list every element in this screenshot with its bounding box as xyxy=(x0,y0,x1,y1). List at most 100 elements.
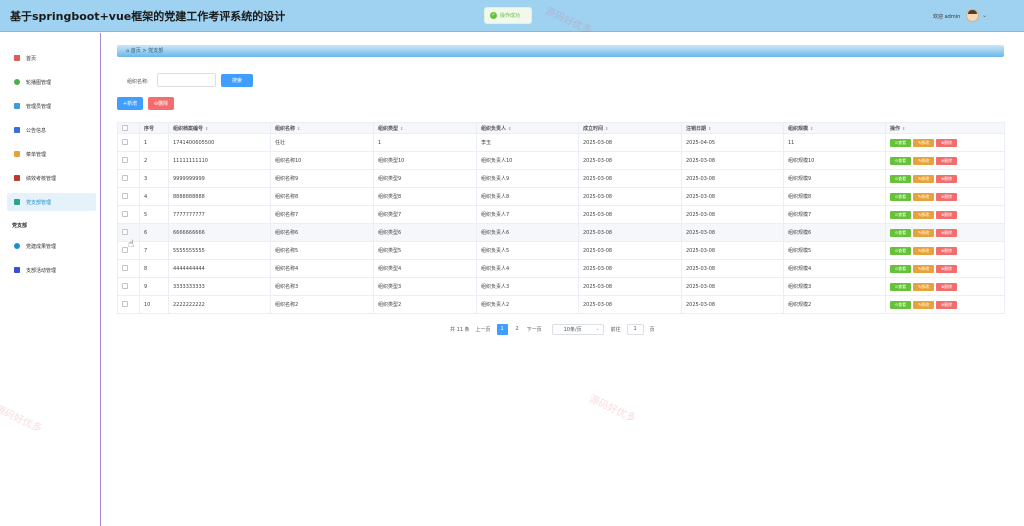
view-button[interactable]: ⊙查看 xyxy=(890,300,911,309)
row-checkbox[interactable] xyxy=(122,139,128,146)
sidebar-item-carousel[interactable]: 轮播图管理 xyxy=(7,73,96,91)
sidebar-item-home[interactable]: 首页 xyxy=(7,49,96,67)
row-checkbox[interactable] xyxy=(122,157,128,164)
select-all-cell[interactable] xyxy=(117,122,140,134)
page-size-select[interactable]: 10条/页 ⌄ xyxy=(551,323,604,335)
table-cell: 2025-03-08 xyxy=(681,241,784,260)
delete-button[interactable]: ⊗删除 xyxy=(936,246,957,255)
edit-button[interactable]: ✎修改 xyxy=(913,192,934,201)
delete-button[interactable]: ⊗删除 xyxy=(936,192,957,201)
batch-delete-button[interactable]: ⊖ 删除 xyxy=(148,97,174,110)
sidebar-item-result[interactable]: 党建成果管理 xyxy=(7,237,96,255)
row-select-cell[interactable] xyxy=(117,205,140,224)
col-header[interactable]: 组织档案编号 ⇕ xyxy=(168,122,271,134)
col-header[interactable]: 组织类型 ⇕ xyxy=(373,122,477,134)
row-checkbox[interactable] xyxy=(122,265,128,272)
table-row[interactable]: 3 9999999999 组织名称9 组织类型9 组织负责人9 2025-03-08 202… xyxy=(117,169,1005,188)
row-checkbox[interactable] xyxy=(122,229,128,236)
table-cell: 7 xyxy=(139,241,169,260)
col-header[interactable]: 组织规模 ⇕ xyxy=(783,122,886,134)
table-cell: 李玉 xyxy=(476,133,579,152)
table-cell: 组织规模7 xyxy=(783,205,886,224)
carousel-icon xyxy=(14,79,20,85)
row-select-cell[interactable] xyxy=(117,133,140,152)
view-button[interactable]: ⊙查看 xyxy=(890,246,911,255)
sidebar-item-branch[interactable]: 党支部管理 xyxy=(7,193,96,211)
view-button[interactable]: ⊙查看 xyxy=(890,174,911,183)
col-header[interactable]: 组织负责人 ⇕ xyxy=(476,122,579,134)
select-all-checkbox[interactable] xyxy=(122,124,128,131)
edit-button[interactable]: ✎修改 xyxy=(913,282,934,291)
table-row[interactable]: 7 5555555555 组织名称5 组织类型5 组织负责人5 2025-03-08 202… xyxy=(117,241,1005,260)
table-row[interactable]: 8 4444444444 组织名称4 组织类型4 组织负责人4 2025-03-08 202… xyxy=(117,259,1005,278)
delete-button[interactable]: ⊗删除 xyxy=(936,210,957,219)
goto-unit: 页 xyxy=(649,326,655,333)
avatar[interactable] xyxy=(966,9,979,22)
table-row[interactable]: 5 7777777777 组织名称7 组织类型7 组织负责人7 2025-03-08 202… xyxy=(117,205,1005,224)
table-cell: 组织规模8 xyxy=(783,187,886,206)
view-button[interactable]: ⊙查看 xyxy=(890,156,911,165)
goto-input[interactable]: 1 xyxy=(626,323,644,335)
col-header[interactable]: 操作 ⇕ xyxy=(885,122,1005,134)
col-header[interactable]: 注销日期 ⇕ xyxy=(681,122,784,134)
edit-button[interactable]: ✎修改 xyxy=(913,156,934,165)
view-button[interactable]: ⊙查看 xyxy=(890,138,911,147)
view-button[interactable]: ⊙查看 xyxy=(890,192,911,201)
edit-button[interactable]: ✎修改 xyxy=(913,246,934,255)
view-button[interactable]: ⊙查看 xyxy=(890,228,911,237)
table-row[interactable]: 2 11111111110 组织名称10 组织类型10 组织负责人10 2025-03-0… xyxy=(117,151,1005,170)
edit-button[interactable]: ✎修改 xyxy=(913,138,934,147)
view-button[interactable]: ⊙查看 xyxy=(890,210,911,219)
edit-button[interactable]: ✎修改 xyxy=(913,300,934,309)
delete-button[interactable]: ⊗删除 xyxy=(936,174,957,183)
sidebar-item-admin[interactable]: 管理员管理 xyxy=(7,97,96,115)
row-select-cell[interactable] xyxy=(117,259,140,278)
breadcrumb-home[interactable]: 首页 xyxy=(131,48,141,54)
edit-button[interactable]: ✎修改 xyxy=(913,210,934,219)
search-input[interactable] xyxy=(157,73,216,87)
delete-button[interactable]: ⊗删除 xyxy=(936,228,957,237)
pager-prev[interactable]: 上一页 xyxy=(476,326,491,333)
row-checkbox[interactable] xyxy=(122,175,128,182)
search-button[interactable]: 搜索 xyxy=(221,74,253,87)
table-row[interactable]: 6 6666666666 组织名称6 组织类型6 组织负责人6 2025-03-08 202… xyxy=(117,223,1005,242)
delete-button[interactable]: ⊗删除 xyxy=(936,156,957,165)
row-select-cell[interactable] xyxy=(117,151,140,170)
chevron-down-icon[interactable]: ⌄ xyxy=(982,12,987,19)
row-checkbox[interactable] xyxy=(122,211,128,218)
pager-next[interactable]: 下一页 xyxy=(527,326,542,333)
edit-button[interactable]: ✎修改 xyxy=(913,264,934,273)
row-select-cell[interactable] xyxy=(117,277,140,296)
delete-button[interactable]: ⊗删除 xyxy=(936,264,957,273)
row-actions: ⊙查看 ✎修改 ⊗删除 xyxy=(885,241,1005,260)
table-row[interactable]: 10 2222222222 组织名称2 组织类型2 组织负责人2 2025-03-08 20… xyxy=(117,295,1005,314)
sidebar-item-menu[interactable]: 菜单管理 xyxy=(7,145,96,163)
add-button[interactable]: +新增 xyxy=(117,97,143,110)
row-checkbox[interactable] xyxy=(122,193,128,200)
table-row[interactable]: 1 1741400605500 任壮 1 李玉 2025-03-08 2025-04-05 1… xyxy=(117,133,1005,152)
sidebar-group-title[interactable]: 党支部 xyxy=(12,222,27,229)
row-select-cell[interactable] xyxy=(117,295,140,314)
sidebar-item-notice[interactable]: 公告信息 xyxy=(7,121,96,139)
view-button[interactable]: ⊙查看 xyxy=(890,282,911,291)
pager-page-2[interactable]: 2 xyxy=(512,324,523,335)
table-cell: 2025-03-08 xyxy=(578,205,682,224)
row-checkbox[interactable] xyxy=(122,301,128,308)
table-row[interactable]: 9 3333333333 组织名称3 组织类型3 组织负责人3 2025-03-08 202… xyxy=(117,277,1005,296)
sidebar-item-activity[interactable]: 支部活动管理 xyxy=(7,261,96,279)
table-row[interactable]: 4 8888888888 组织名称8 组织类型8 组织负责人8 2025-03-08 202… xyxy=(117,187,1005,206)
row-select-cell[interactable] xyxy=(117,187,140,206)
check-circle-icon: ✓ xyxy=(490,12,497,19)
sidebar-item-assessment[interactable]: 绩效考核管理 xyxy=(7,169,96,187)
edit-button[interactable]: ✎修改 xyxy=(913,228,934,237)
row-checkbox[interactable] xyxy=(122,283,128,290)
col-header[interactable]: 组织名称 ⇕ xyxy=(270,122,374,134)
delete-button[interactable]: ⊗删除 xyxy=(936,300,957,309)
col-header[interactable]: 成立时间 ⇕ xyxy=(578,122,682,134)
delete-button[interactable]: ⊗删除 xyxy=(936,282,957,291)
view-button[interactable]: ⊙查看 xyxy=(890,264,911,273)
edit-button[interactable]: ✎修改 xyxy=(913,174,934,183)
delete-button[interactable]: ⊗删除 xyxy=(936,138,957,147)
row-select-cell[interactable] xyxy=(117,169,140,188)
pager-page-1[interactable]: 1 xyxy=(496,323,508,335)
